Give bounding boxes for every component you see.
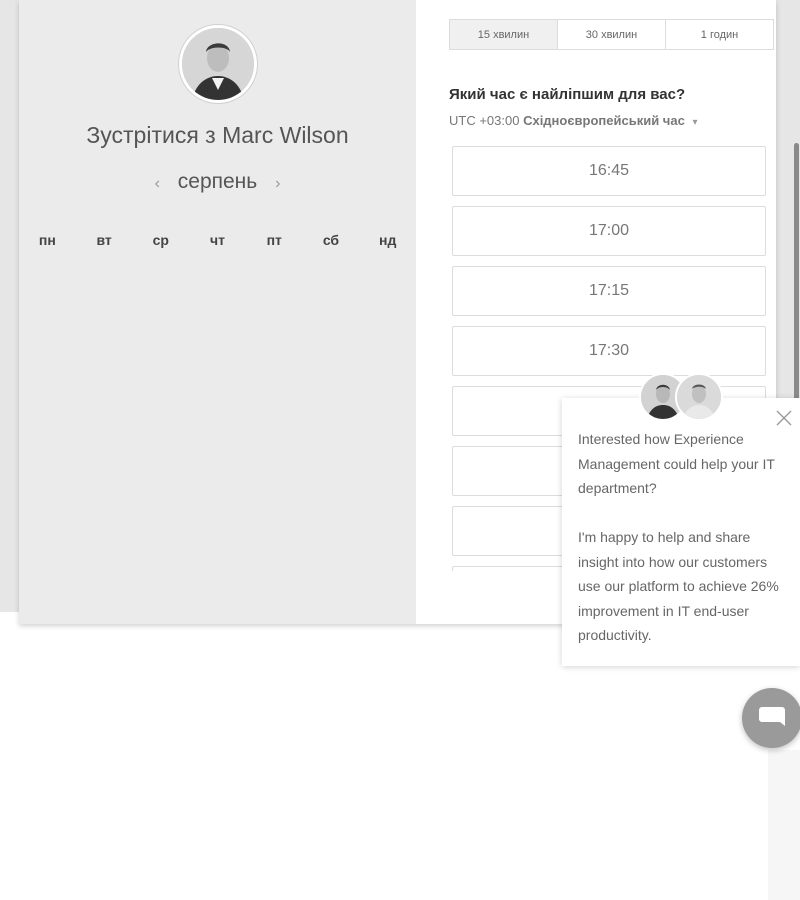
- weekday-sat: сб: [322, 232, 340, 248]
- time-slot[interactable]: 16:45: [452, 146, 766, 196]
- person-photo-icon: [182, 28, 254, 100]
- month-label: серпень: [177, 170, 258, 193]
- host-avatar: [179, 25, 257, 103]
- weekday-mon: пн: [38, 232, 56, 248]
- time-slot[interactable]: 17:15: [452, 266, 766, 316]
- duration-60-button[interactable]: 1 годин: [665, 20, 773, 49]
- meet-title: Зустрітися з Marc Wilson: [19, 122, 416, 149]
- weekday-fri: пт: [266, 232, 282, 248]
- chat-message-popup: Interested how Experience Management cou…: [562, 398, 800, 666]
- chat-message-text: Interested how Experience Management cou…: [578, 431, 779, 643]
- duration-15-button[interactable]: 15 хвилин: [450, 20, 557, 49]
- meet-prefix: Зустрітися з: [86, 122, 223, 148]
- agent-avatar: [675, 373, 723, 421]
- weekday-tue: вт: [96, 232, 112, 248]
- timezone-selector[interactable]: UTC +03:00 Східноєвропейський час ▾: [449, 113, 697, 128]
- slot-list-scrollbar[interactable]: [794, 143, 799, 433]
- timezone-name: Східноєвропейський час: [523, 113, 685, 128]
- time-slot[interactable]: 17:30: [452, 326, 766, 376]
- caret-down-icon: ▾: [692, 117, 698, 128]
- close-icon[interactable]: [775, 409, 793, 427]
- weekday-thu: чт: [210, 232, 225, 248]
- weekday-header: пн вт ср чт пт сб нд: [19, 232, 416, 248]
- prev-month-icon[interactable]: ‹: [143, 175, 172, 192]
- timezone-offset: UTC +03:00: [449, 113, 520, 128]
- host-name: Marc Wilson: [222, 122, 349, 148]
- chat-agent-avatars: [639, 373, 725, 423]
- time-slot[interactable]: 17:00: [452, 206, 766, 256]
- chat-bubble-icon: [759, 707, 785, 726]
- next-month-icon[interactable]: ›: [263, 175, 292, 192]
- page-edge-strip: [768, 750, 800, 900]
- time-question: Який час є найліпшим для вас?: [449, 86, 686, 103]
- weekday-wed: ср: [152, 232, 169, 248]
- duration-30-button[interactable]: 30 хвилин: [557, 20, 665, 49]
- duration-selector: 15 хвилин 30 хвилин 1 годин: [449, 19, 774, 50]
- host-panel: Зустрітися з Marc Wilson ‹ серпень › пн …: [19, 0, 416, 624]
- chat-launcher-button[interactable]: [742, 688, 800, 748]
- weekday-sun: нд: [379, 232, 397, 248]
- month-navigation: ‹ серпень ›: [19, 170, 416, 194]
- person-photo-icon: [677, 375, 721, 419]
